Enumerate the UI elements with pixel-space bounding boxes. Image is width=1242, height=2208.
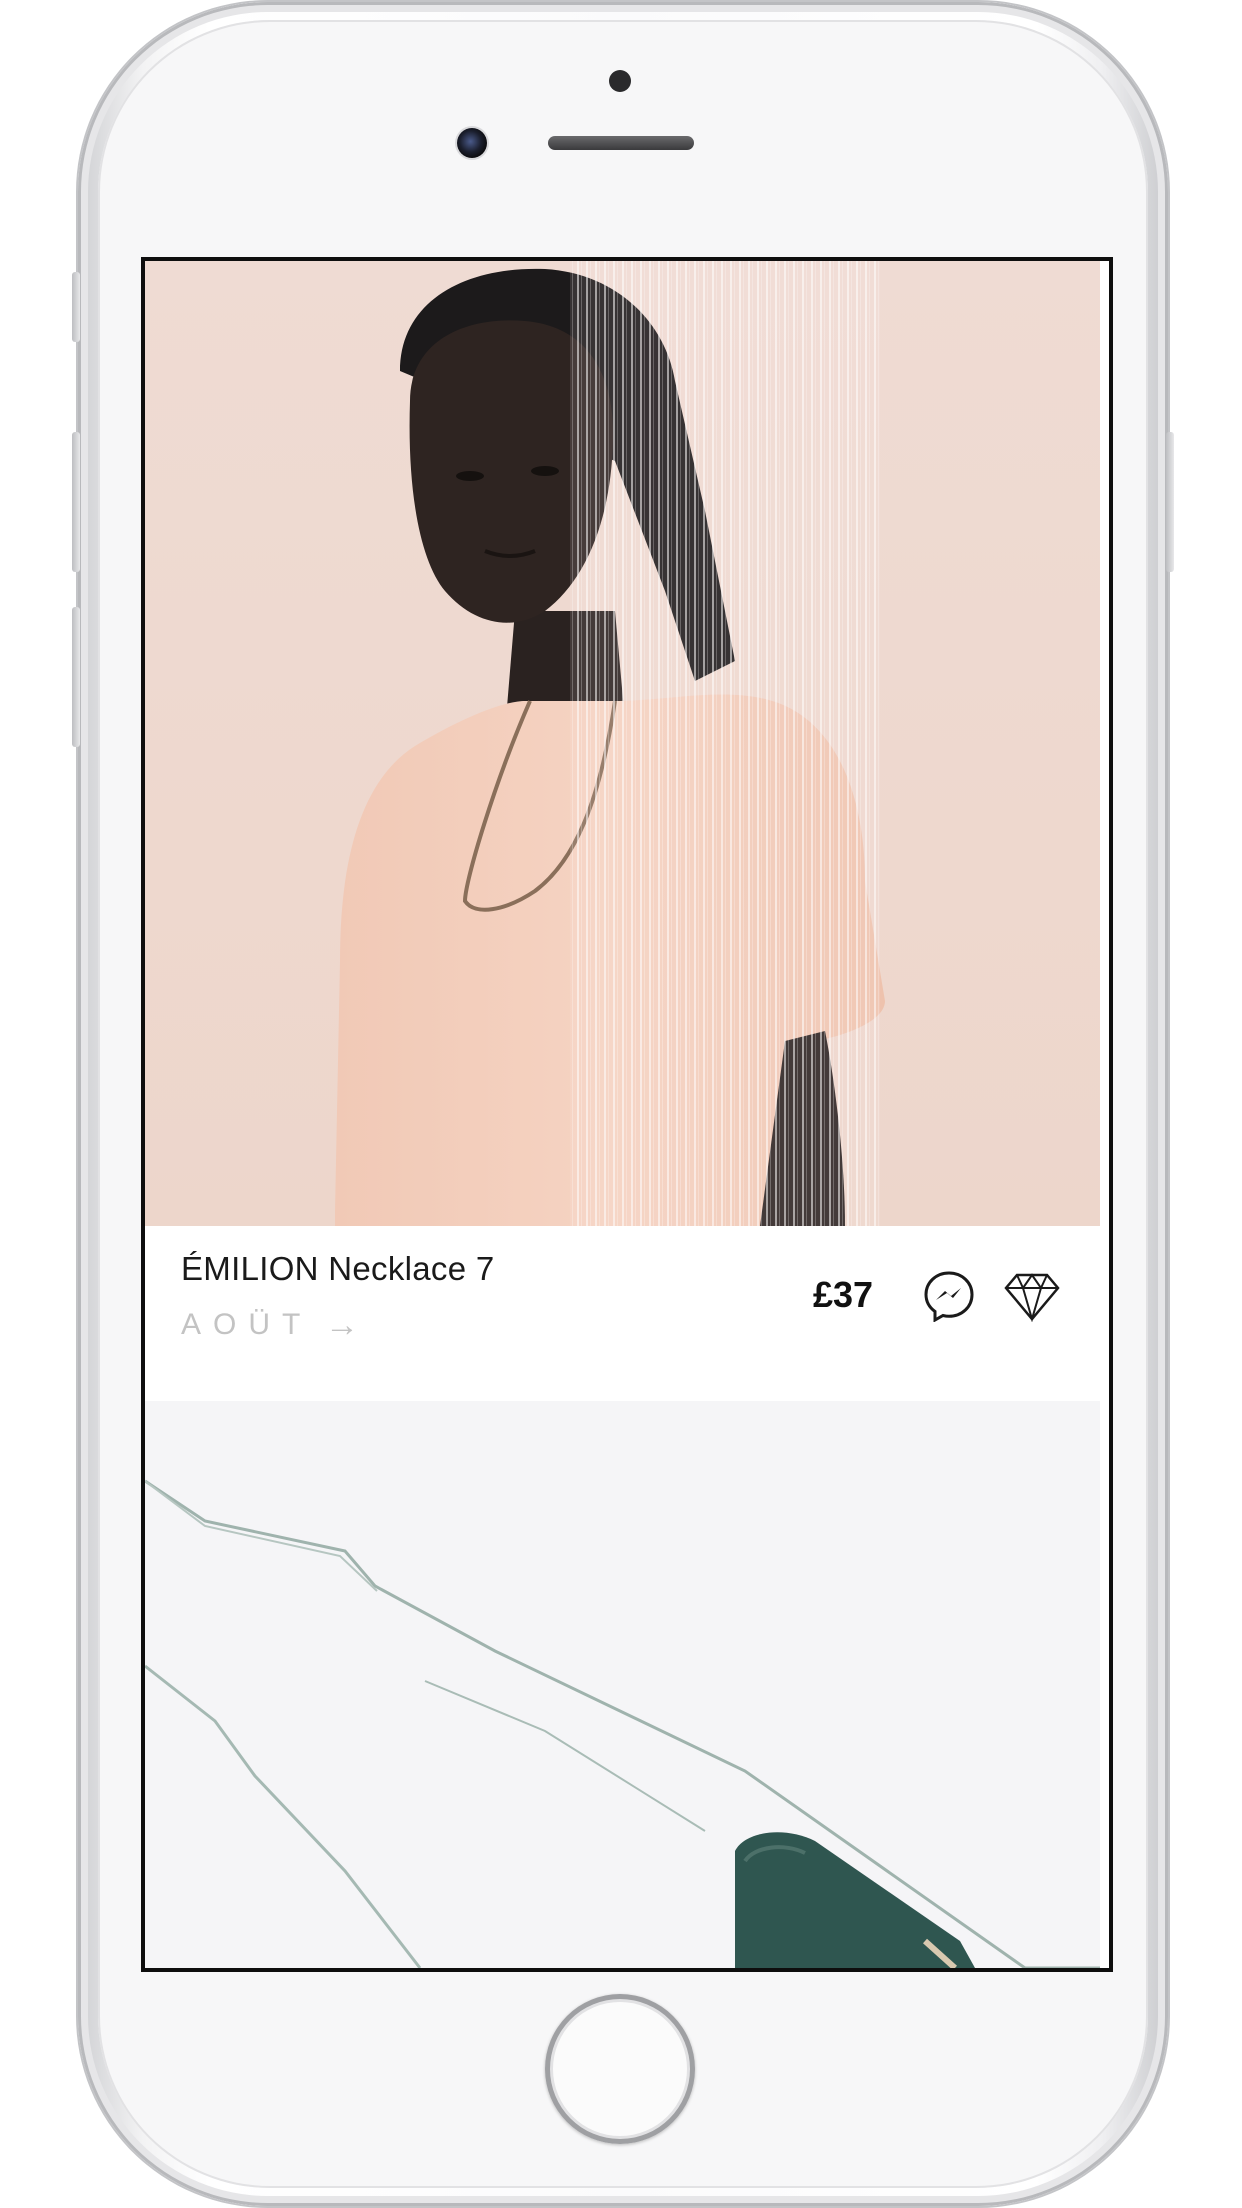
mute-switch [72, 272, 80, 342]
arrow-right-icon[interactable]: → [325, 1306, 359, 1345]
screen-right-margin [1100, 261, 1109, 1968]
earpiece [548, 136, 694, 150]
necklace-photo [145, 1401, 1100, 1968]
volume-down-button [72, 607, 80, 747]
front-camera [457, 128, 487, 158]
product-second-image[interactable] [145, 1401, 1100, 1968]
power-button [1166, 432, 1174, 572]
messenger-icon[interactable] [923, 1270, 975, 1323]
volume-up-button [72, 432, 80, 572]
product-name[interactable]: ÉMILION Necklace 7 [181, 1250, 495, 1288]
proximity-sensor [609, 70, 631, 92]
model-photo [145, 261, 1100, 1226]
diamond-icon[interactable] [1003, 1272, 1061, 1323]
home-button[interactable] [545, 1994, 695, 2144]
product-hero-image[interactable] [145, 261, 1100, 1226]
brand-name[interactable]: AOÜT [181, 1308, 312, 1342]
product-info-panel: ÉMILION Necklace 7 AOÜT → £37 [145, 1226, 1100, 1401]
product-price: £37 [813, 1274, 874, 1315]
app-screen: ÉMILION Necklace 7 AOÜT → £37 [141, 257, 1113, 1972]
